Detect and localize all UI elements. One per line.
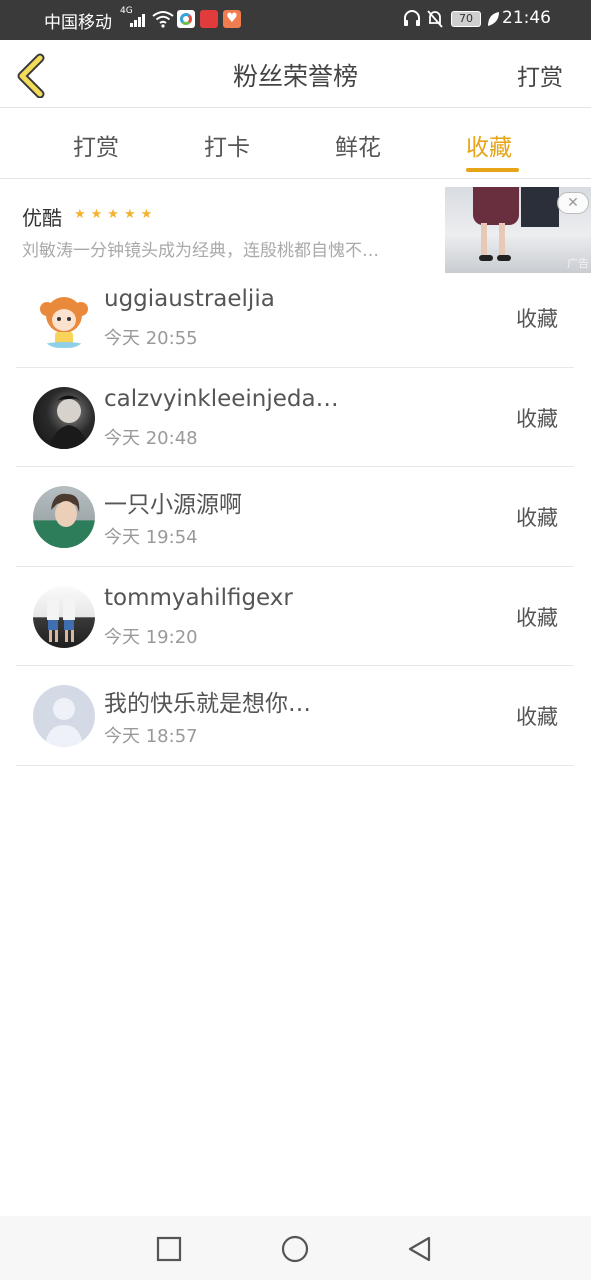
timestamp: 今天 20:55 <box>104 328 198 349</box>
user-name: calzvyinkleeinjeda… <box>104 385 339 412</box>
favorites-list: uggiaustraeljia 今天 20:55 收藏 calzvyinklee… <box>16 268 574 766</box>
wifi-icon <box>152 11 174 28</box>
tab-checkin[interactable]: 打卡 <box>204 128 250 162</box>
list-item[interactable]: uggiaustraeljia 今天 20:55 收藏 <box>16 268 574 368</box>
user-name: tommyahilfigexr <box>104 584 293 611</box>
ad-rating-stars: ★★★★★ <box>74 207 158 222</box>
list-item[interactable]: 一只小源源啊 今天 19:54 收藏 <box>16 467 574 567</box>
back-nav-button[interactable] <box>405 1234 435 1264</box>
avatar[interactable] <box>33 486 95 548</box>
list-item[interactable]: 我的快乐就是想你… 今天 18:57 收藏 <box>16 666 574 766</box>
system-nav-bar <box>0 1216 591 1280</box>
avatar[interactable] <box>33 585 95 648</box>
triangle-back-icon <box>408 1236 431 1262</box>
clock: 21:46 <box>502 8 551 28</box>
page-title: 粉丝荣誉榜 <box>232 62 358 91</box>
list-item[interactable]: tommyahilfigexr 今天 19:20 收藏 <box>16 567 574 666</box>
health-app-icon: ♥ <box>223 10 241 28</box>
status-bar: 中国移动 4G ♥ 70 21:46 <box>0 0 591 40</box>
avatar[interactable] <box>33 386 95 449</box>
user-name: uggiaustraeljia <box>104 286 275 312</box>
app-notification-icon <box>177 10 195 28</box>
ad-source: 优酷 <box>22 206 62 230</box>
square-icon <box>156 1236 182 1262</box>
ad-banner[interactable]: 优酷 ★★★★★ 刘敏涛一分钟镜头成为经典，连殷桃都自愧不… 广告 ✕ <box>0 180 591 276</box>
user-name: 我的快乐就是想你… <box>104 691 311 717</box>
action-label: 收藏 <box>516 605 558 630</box>
action-label: 收藏 <box>516 406 558 431</box>
avatar[interactable] <box>33 287 95 349</box>
reward-button[interactable]: 打赏 <box>517 58 563 92</box>
user-name: 一只小源源啊 <box>104 492 242 518</box>
action-label: 收藏 <box>516 705 558 729</box>
tab-favorites[interactable]: 收藏 <box>466 128 512 162</box>
tab-flowers[interactable]: 鲜花 <box>335 128 381 162</box>
timestamp: 今天 20:48 <box>104 427 198 449</box>
ad-close-button[interactable]: ✕ <box>557 192 589 214</box>
timestamp: 今天 18:57 <box>104 726 198 747</box>
signal-icon <box>130 13 148 27</box>
circle-icon <box>281 1235 309 1263</box>
timestamp: 今天 19:20 <box>104 626 198 648</box>
headset-icon <box>404 10 420 26</box>
header: 粉丝荣誉榜 打赏 <box>0 40 591 108</box>
action-label: 收藏 <box>516 307 558 331</box>
home-button[interactable] <box>280 1234 310 1264</box>
timestamp: 今天 19:54 <box>104 527 198 548</box>
ad-headline: 刘敏涛一分钟镜头成为经典，连殷桃都自愧不… <box>22 241 379 261</box>
app-notification-icon <box>200 10 218 28</box>
carrier-name: 中国移动 <box>44 13 112 33</box>
recent-apps-button[interactable] <box>154 1234 184 1264</box>
default-avatar-icon[interactable] <box>33 685 95 747</box>
action-label: 收藏 <box>516 506 558 530</box>
tab-reward[interactable]: 打赏 <box>73 128 119 162</box>
active-tab-indicator <box>466 168 519 172</box>
battery-icon: 70 <box>451 11 481 27</box>
power-saving-leaf-icon <box>488 12 499 26</box>
bell-muted-icon <box>427 10 443 28</box>
tab-bar: 打赏 打卡 鲜花 收藏 <box>0 108 591 179</box>
list-item[interactable]: calzvyinkleeinjeda… 今天 20:48 收藏 <box>16 368 574 467</box>
